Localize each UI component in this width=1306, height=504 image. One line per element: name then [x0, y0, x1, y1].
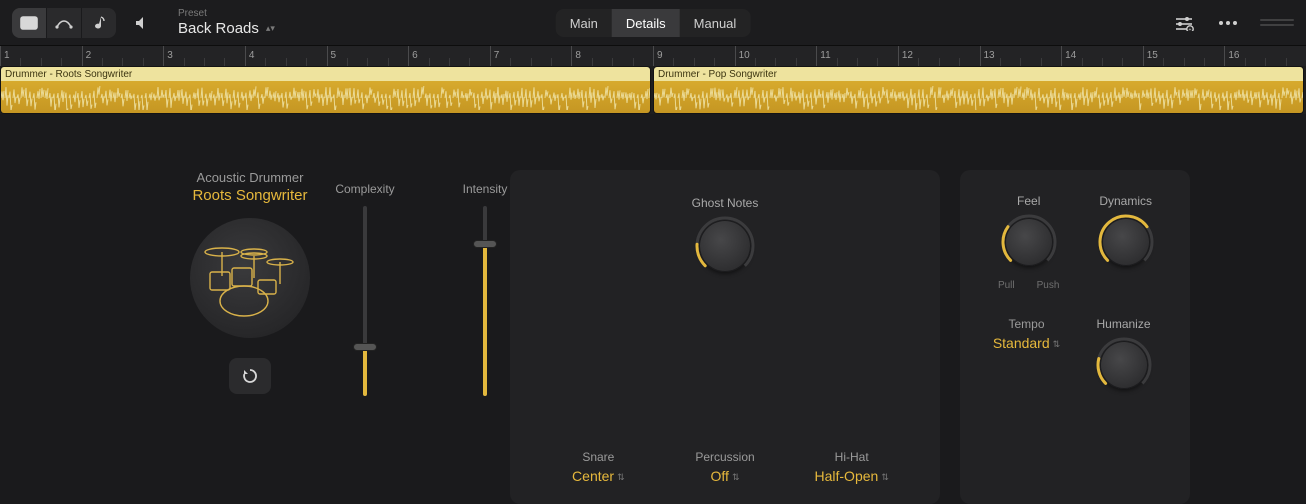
view-automation-button[interactable]	[47, 8, 81, 38]
view-mode-group	[12, 8, 116, 38]
more-menu-icon[interactable]	[1216, 11, 1240, 35]
feel-right-label: Push	[1037, 280, 1060, 291]
timeline: 12345678910111213141516 Drummer - Roots …	[0, 46, 1306, 114]
complexity-slider[interactable]: Complexity	[330, 182, 400, 396]
toolbar-right: +	[1172, 11, 1294, 35]
view-notation-button[interactable]	[82, 8, 116, 38]
drummer-name[interactable]: Roots Songwriter	[192, 187, 307, 204]
regenerate-button[interactable]	[229, 358, 271, 394]
bar-ruler[interactable]: 12345678910111213141516	[0, 46, 1306, 66]
dynamics-knob[interactable]: Dynamics	[1099, 194, 1152, 291]
chevron-updown-icon: ⇅	[881, 473, 889, 482]
feel-knob[interactable]: Feel Pull Push	[998, 194, 1059, 291]
chevron-updown-icon: ▴▾	[266, 24, 275, 33]
preset-label: Preset	[178, 8, 275, 20]
view-panel-button[interactable]	[12, 8, 46, 38]
editor-tabs: Main Details Manual	[556, 9, 751, 37]
tab-main[interactable]: Main	[556, 9, 612, 37]
intensity-slider[interactable]: Intensity	[450, 182, 520, 396]
plugin-toolbar: Preset Back Roads ▴▾ Main Details Manual…	[0, 0, 1306, 46]
tab-manual[interactable]: Manual	[680, 9, 751, 37]
region-name: Drummer - Pop Songwriter	[654, 67, 1303, 81]
chevron-updown-icon: ⇅	[732, 473, 740, 482]
feel-left-label: Pull	[998, 280, 1015, 291]
svg-text:+: +	[1189, 27, 1192, 31]
hihat-select[interactable]: Hi-Hat Half-Open⇅	[793, 450, 910, 484]
snare-select[interactable]: Snare Center⇅	[540, 450, 657, 484]
drummer-section: Acoustic Drummer Roots Songwriter	[180, 170, 320, 394]
drum-kit-image[interactable]	[190, 218, 310, 338]
drummer-editor: Acoustic Drummer Roots Songwriter	[0, 170, 1306, 504]
region-name: Drummer - Roots Songwriter	[1, 67, 650, 81]
performance-sliders: Complexity Intensity	[330, 182, 520, 396]
volume-icon[interactable]	[126, 8, 160, 38]
humanize-knob[interactable]: Humanize	[1075, 317, 1172, 389]
tab-details[interactable]: Details	[612, 9, 680, 37]
tempo-select[interactable]: Tempo Standard⇅	[978, 317, 1075, 389]
chevron-updown-icon: ⇅	[617, 473, 625, 482]
preset-selector[interactable]: Preset Back Roads ▴▾	[178, 8, 275, 37]
drummer-category: Acoustic Drummer	[192, 170, 307, 185]
percussion-select[interactable]: Percussion Off⇅	[667, 450, 784, 484]
drummer-region[interactable]: Drummer - Roots Songwriter	[0, 66, 651, 114]
ghost-notes-knob[interactable]: Ghost Notes	[692, 196, 759, 272]
preset-value: Back Roads	[178, 20, 259, 37]
settings-sliders-icon[interactable]: +	[1172, 11, 1196, 35]
feel-panel: Feel Pull Push Dynamics Tempo Standard⇅ …	[960, 170, 1190, 504]
details-panel: Ghost Notes Snare Center⇅ Percussion Off…	[510, 170, 940, 504]
resize-grip-icon[interactable]	[1260, 17, 1294, 29]
chevron-updown-icon: ⇅	[1053, 340, 1061, 349]
drummer-region[interactable]: Drummer - Pop Songwriter	[653, 66, 1304, 114]
regions-lane: Drummer - Roots Songwriter Drummer - Pop …	[0, 66, 1306, 114]
